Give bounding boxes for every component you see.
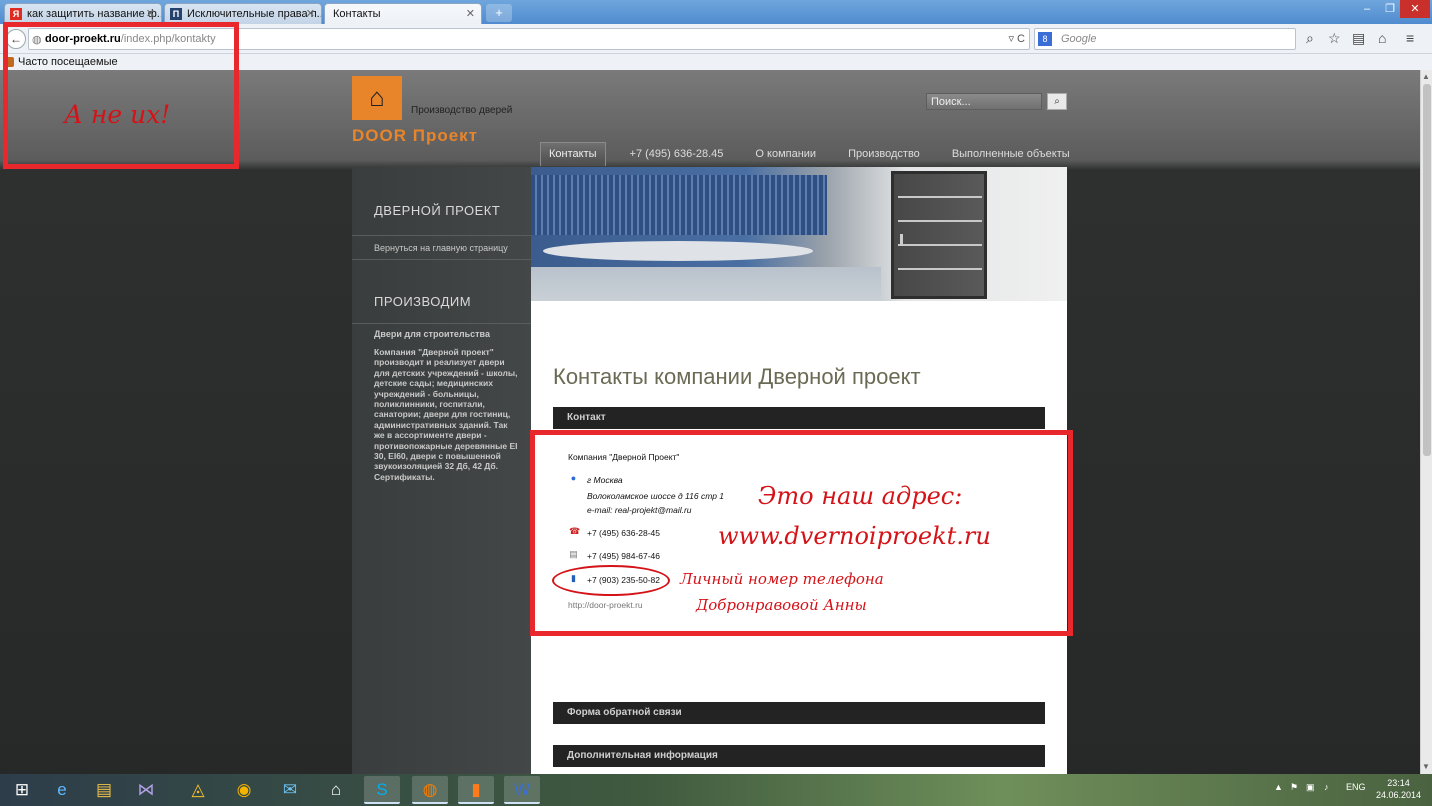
door-image (891, 171, 987, 299)
window-close-button[interactable]: ✕ (1400, 0, 1430, 18)
arrow-app-icon[interactable]: ◬ (180, 776, 216, 804)
search-icon[interactable]: ⌕ (1306, 30, 1314, 47)
minimize-button[interactable]: – (1354, 0, 1380, 18)
ie-icon[interactable]: e (44, 776, 80, 804)
menu-item-projects[interactable]: Выполненные объекты (936, 142, 1086, 166)
page-favicon-icon: П (170, 8, 182, 20)
file-explorer-icon[interactable]: ▤ (86, 776, 122, 804)
sidebar: ДВЕРНОЙ ПРОЕКТ Вернуться на главную стра… (352, 167, 531, 774)
site-search-input[interactable]: Поиск... (926, 93, 1042, 110)
panel-contact[interactable]: Контакт (553, 407, 1045, 429)
panel-additional-info[interactable]: Дополнительная информация (553, 745, 1045, 767)
yandex-favicon-icon: Я (10, 8, 22, 20)
clock-time: 23:14 (1387, 778, 1410, 788)
app-icon-orange[interactable]: ▮ (458, 776, 494, 804)
annotation-our-address: Это наш адрес: (758, 482, 963, 510)
chrome-icon[interactable]: ◉ (226, 776, 262, 804)
sidebar-link-home[interactable]: Вернуться на главную страницу (374, 243, 508, 253)
page-scrollbar[interactable]: ▲ ▼ (1420, 70, 1432, 774)
word-icon[interactable]: W (504, 776, 540, 804)
menu-item-production[interactable]: Производство (832, 142, 936, 166)
skype-icon[interactable]: S (364, 776, 400, 804)
volume-icon[interactable]: ♪ (1324, 782, 1329, 792)
scroll-thumb[interactable] (1423, 84, 1431, 456)
search-field[interactable]: 8 Google (1034, 28, 1296, 50)
divider (352, 259, 531, 260)
google-icon: 8 (1038, 32, 1052, 46)
restore-button[interactable]: ❐ (1380, 0, 1400, 18)
close-tab-icon[interactable]: ✕ (146, 7, 155, 20)
browser-tab-bar: Я как защитить название ф... ✕ П Исключи… (0, 0, 1432, 24)
new-tab-button[interactable]: + (486, 4, 512, 22)
annotation-not-theirs: А не их! (64, 100, 171, 129)
bookmarks-icon[interactable]: ▤ (1352, 30, 1365, 47)
site-tagline: Производство дверей (411, 105, 513, 116)
annotation-our-site: www.dvernoiproekt.ru (718, 522, 991, 550)
close-tab-icon[interactable]: ✕ (306, 7, 315, 20)
star-icon[interactable]: ☆ (1328, 30, 1341, 47)
home-app-icon[interactable]: ⌂ (318, 776, 354, 804)
site-search-button[interactable]: ⌕ (1047, 93, 1067, 110)
annotation-box-url (3, 22, 239, 169)
close-tab-icon[interactable]: ✕ (466, 7, 475, 20)
mail-icon[interactable]: ✉ (272, 776, 308, 804)
sidebar-description: Компания "Дверной проект" производит и р… (374, 347, 518, 482)
annotation-personal-phone: Личный номер телефона (680, 570, 884, 588)
divider (352, 323, 531, 324)
menu-item-phone[interactable]: +7 (495) 636-28.45 (614, 142, 740, 166)
sidebar-link-doors[interactable]: Двери для строительства (374, 329, 490, 339)
tray-arrow-icon[interactable]: ▲ (1274, 782, 1283, 792)
menu-item-about[interactable]: О компании (739, 142, 832, 166)
sidebar-heading: ДВЕРНОЙ ПРОЕКТ (374, 203, 501, 218)
scroll-up-icon[interactable]: ▲ (1422, 72, 1430, 81)
tab-1[interactable]: П Исключительные права п... ✕ (164, 3, 322, 24)
search-placeholder: Google (1061, 33, 1097, 45)
site-main-menu: Контакты +7 (495) 636-28.45 О компании П… (540, 142, 1086, 166)
language-indicator[interactable]: ENG (1346, 782, 1366, 792)
firefox-icon[interactable]: ◍ (412, 776, 448, 804)
sidebar-heading: ПРОИЗВОДИМ (374, 294, 472, 309)
tab-title: Исключительные права п... (187, 8, 322, 20)
flag-icon[interactable]: ⚑ (1290, 782, 1298, 793)
tab-0[interactable]: Я как защитить название ф... ✕ (4, 3, 162, 24)
menu-item-contacts[interactable]: Контакты (540, 142, 606, 166)
panel-feedback-form[interactable]: Форма обратной связи (553, 702, 1045, 724)
annotation-phone-circle (552, 565, 670, 596)
scroll-down-icon[interactable]: ▼ (1422, 762, 1430, 771)
tab-title: Контакты (333, 8, 381, 20)
divider (352, 235, 531, 236)
annotation-person-name: Добронравовой Анны (696, 596, 867, 614)
windows-taskbar: ⊞ e ▤ ⋈ ◬ ◉ ✉ ⌂ S ◍ ▮ W ▲ ⚑ ▣ ♪ ENG 23:1… (0, 774, 1432, 806)
page-viewport: ⌂ Производство дверей DOOR Проект Поиск.… (0, 70, 1420, 774)
tab-title: как защитить название ф... (27, 8, 162, 20)
start-button[interactable]: ⊞ (4, 776, 40, 804)
menu-icon[interactable]: ≡ (1406, 30, 1414, 46)
home-icon[interactable]: ⌂ (1378, 30, 1386, 46)
clock-date: 24.06.2014 (1376, 790, 1422, 800)
site-brand[interactable]: DOOR Проект (352, 126, 478, 146)
page-title: Контакты компании Дверной проект (553, 364, 921, 389)
tab-2[interactable]: Контакты ✕ (324, 3, 482, 24)
network-icon[interactable]: ▣ (1306, 782, 1315, 793)
reload-icon[interactable]: ▿ C (1008, 32, 1025, 45)
house-icon: ⌂ (369, 82, 385, 112)
hero-image (531, 167, 1067, 301)
visual-studio-icon[interactable]: ⋈ (128, 776, 164, 804)
clock[interactable]: 23:14 24.06.2014 (1376, 777, 1421, 801)
